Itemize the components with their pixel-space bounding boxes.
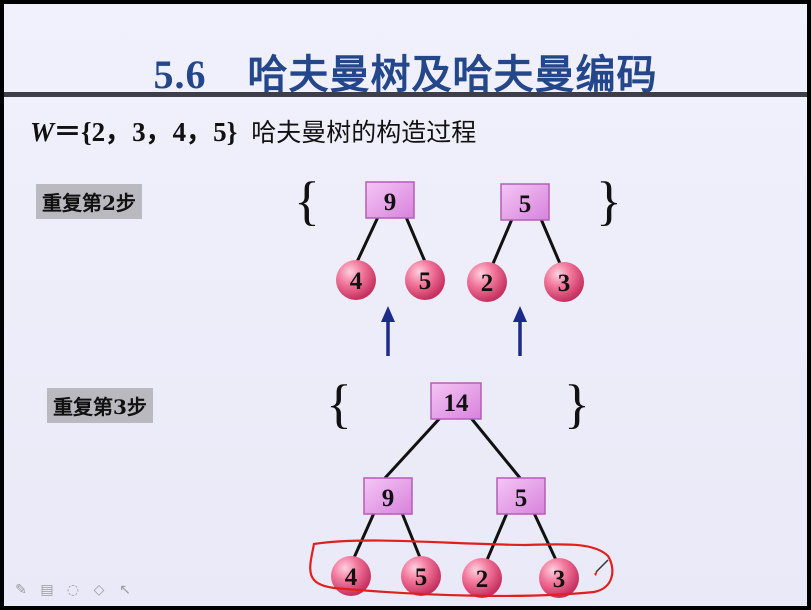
square-node: 5 bbox=[500, 183, 550, 221]
pen-cursor-icon bbox=[594, 559, 609, 576]
square-node: 9 bbox=[363, 477, 413, 515]
circle-node: 2 bbox=[467, 262, 507, 302]
step2-open-brace: { bbox=[294, 171, 320, 231]
square-node: 14 bbox=[430, 382, 482, 420]
huffman-diagram: { } 9 4 5 5 2 3 {} 14 9 5 4 5 2 3 bbox=[294, 171, 622, 598]
edge bbox=[383, 416, 442, 480]
pointer-icon[interactable]: ↖ bbox=[116, 582, 134, 598]
edge bbox=[351, 512, 376, 561]
square-node: 5 bbox=[496, 477, 546, 515]
edge bbox=[532, 512, 558, 561]
edge bbox=[404, 216, 428, 265]
svg-text:9: 9 bbox=[384, 189, 397, 216]
circle-node: 4 bbox=[336, 260, 376, 300]
edge bbox=[539, 218, 563, 267]
svg-text:2: 2 bbox=[481, 270, 494, 297]
svg-text:5: 5 bbox=[519, 191, 532, 218]
video-frame: 5.6 哈夫曼树及哈夫曼编码 W＝{2，3，4，5} 哈夫曼树的构造过程 重复第2… bbox=[0, 0, 811, 610]
step3-open-brace: { bbox=[326, 374, 352, 434]
circle-node: 3 bbox=[544, 262, 584, 302]
slide-list-icon[interactable]: ▤ bbox=[38, 582, 56, 598]
slide: 5.6 哈夫曼树及哈夫曼编码 W＝{2，3，4，5} 哈夫曼树的构造过程 重复第2… bbox=[4, 4, 807, 606]
edge bbox=[485, 512, 509, 561]
svg-text:3: 3 bbox=[558, 270, 571, 297]
up-arrow-icon bbox=[513, 306, 527, 356]
circle-node: 3 bbox=[539, 558, 579, 598]
edge bbox=[354, 216, 380, 265]
step3-close-brace: } bbox=[564, 374, 590, 434]
svg-text:5: 5 bbox=[419, 268, 432, 295]
edge bbox=[469, 417, 522, 479]
circle-node: 2 bbox=[462, 558, 502, 598]
svg-text:9: 9 bbox=[382, 485, 395, 512]
presentation-toolbar: ✎ ▤ ◌ ◇ ↖ bbox=[12, 582, 134, 598]
circle-node: 5 bbox=[401, 556, 441, 596]
square-node: 9 bbox=[365, 181, 415, 219]
edge bbox=[490, 218, 514, 267]
svg-text:5: 5 bbox=[415, 564, 428, 591]
svg-text:4: 4 bbox=[350, 268, 363, 295]
up-arrow-icon bbox=[381, 306, 395, 356]
edge bbox=[400, 512, 423, 561]
svg-text:4: 4 bbox=[345, 564, 358, 591]
pen-icon[interactable]: ✎ bbox=[12, 582, 30, 598]
eraser-icon[interactable]: ◌ bbox=[64, 582, 82, 598]
highlighter-icon[interactable]: ◇ bbox=[90, 582, 108, 598]
circle-node: 5 bbox=[405, 260, 445, 300]
svg-text:2: 2 bbox=[476, 566, 489, 593]
step2-close-brace: } bbox=[596, 171, 622, 231]
svg-text:3: 3 bbox=[553, 566, 566, 593]
svg-text:5: 5 bbox=[515, 485, 528, 512]
svg-text:14: 14 bbox=[444, 390, 470, 417]
